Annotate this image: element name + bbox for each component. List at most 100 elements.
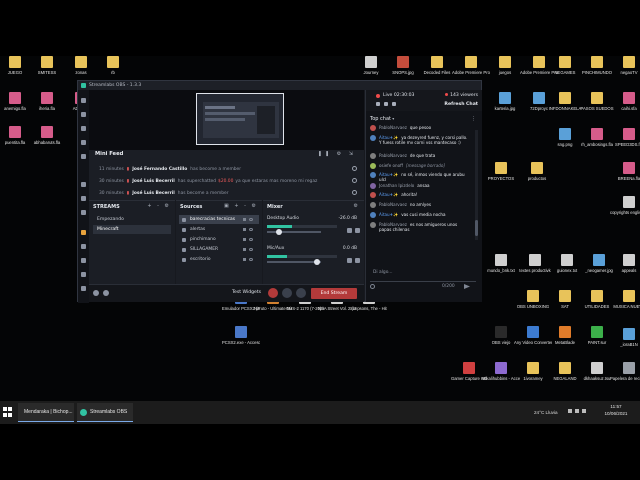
desktop-icon[interactable]: SNOPS.jpg bbox=[384, 56, 422, 75]
desktop-icon[interactable]: karteria.jpg bbox=[486, 92, 524, 111]
chat-message[interactable]: PabloNarvaez no amlyes bbox=[370, 202, 470, 208]
end-stream-button[interactable]: End Stream bbox=[311, 288, 357, 299]
top-chat-dropdown[interactable]: Top chat bbox=[370, 116, 394, 122]
scene-item[interactable]: Empezando bbox=[93, 215, 171, 224]
taskbar-app[interactable]: Streamlabs OBS bbox=[77, 403, 133, 422]
eye-icon[interactable] bbox=[249, 238, 253, 241]
windows-start-icon[interactable] bbox=[3, 407, 13, 417]
desktop-icon[interactable]: BREENa.fla bbox=[610, 162, 640, 181]
desktop-icon[interactable]: _neogamer.jpg bbox=[580, 254, 618, 273]
lock-icon[interactable] bbox=[243, 248, 246, 251]
desktop-icon[interactable]: juegos bbox=[486, 56, 524, 75]
send-icon[interactable] bbox=[464, 284, 470, 289]
source-item[interactable]: alertas bbox=[179, 225, 259, 234]
mute-icon[interactable] bbox=[347, 258, 352, 263]
edit-icon[interactable] bbox=[384, 102, 388, 106]
record-icon[interactable] bbox=[81, 196, 86, 201]
desktop-icon[interactable]: dkhaaksuz.tsu bbox=[578, 362, 616, 381]
desktop-icon[interactable]: iheria.fla bbox=[28, 92, 66, 111]
scrollbar-thumb[interactable] bbox=[475, 220, 478, 236]
chat-author[interactable]: PabloNarvaez bbox=[379, 202, 407, 207]
chat-message[interactable]: Aitau✈✨ no sé, inmos viendo que arubu ulc… bbox=[370, 172, 470, 182]
sources-tools[interactable]: ▣ + - ⚙ bbox=[224, 203, 258, 209]
desktop-icon[interactable]: abhabaruts.fla bbox=[28, 126, 66, 145]
chat-message[interactable]: Aitau✈✨ vas cusi media nocha bbox=[370, 212, 470, 218]
chat-message[interactable]: osiefe onoff [message borrado] bbox=[370, 163, 470, 169]
chat-input[interactable]: Di algo... bbox=[370, 262, 476, 282]
chat-message[interactable]: PabloNarvaez que pesoo bbox=[370, 125, 470, 131]
chat-author[interactable]: Aitau✈✨ bbox=[379, 212, 398, 217]
volume-slider[interactable] bbox=[267, 229, 321, 235]
eye-icon[interactable] bbox=[249, 258, 253, 261]
editor-icon[interactable] bbox=[81, 126, 86, 131]
chat-message[interactable]: Jonathan Ipizdelo ansaa bbox=[370, 183, 470, 189]
desktop-icon[interactable]: caihi.sfa bbox=[610, 92, 640, 111]
volume-knob[interactable] bbox=[275, 229, 282, 235]
eye-icon[interactable] bbox=[249, 228, 253, 231]
chat-author[interactable]: PabloNarvaez bbox=[379, 153, 407, 158]
chat-author[interactable]: Jonathan Ipizdelo bbox=[379, 183, 414, 188]
stream-preview[interactable] bbox=[196, 93, 284, 145]
mute-icon[interactable] bbox=[347, 228, 352, 233]
desktop-icon[interactable]: productos bbox=[518, 162, 556, 181]
eye-icon[interactable] bbox=[249, 248, 253, 251]
scene-item-selected[interactable]: Minecraft bbox=[93, 225, 171, 234]
refresh-chat-button[interactable]: Refresh Chat bbox=[444, 102, 478, 107]
mixer-tools[interactable]: ⚙ bbox=[354, 203, 360, 209]
language-icon[interactable] bbox=[582, 409, 586, 413]
volume-slider[interactable] bbox=[267, 259, 321, 265]
desktop-icon[interactable]: PROYECTOS bbox=[482, 162, 520, 181]
chat-message[interactable]: PabloNarvaez de que trata bbox=[370, 153, 470, 159]
streamlabs-obs-window[interactable]: Streamlabs OBS - 1.3.3 Mini Feed ❚❚ ⚙ ⇲ … bbox=[77, 80, 482, 303]
source-item[interactable]: pinchimano bbox=[179, 235, 259, 244]
volume-knob[interactable] bbox=[313, 259, 320, 265]
clock[interactable]: 11:57 10/06/2021 bbox=[600, 404, 632, 416]
source-item[interactable]: barecracias tecnicas bbox=[179, 215, 259, 224]
desktop-icon[interactable]: negaoTV bbox=[610, 56, 640, 75]
eye-icon[interactable] bbox=[249, 218, 253, 221]
apps-icon[interactable] bbox=[81, 258, 86, 263]
lock-icon[interactable] bbox=[243, 258, 246, 261]
performance-icon[interactable] bbox=[93, 290, 99, 296]
live-icon[interactable] bbox=[81, 140, 86, 145]
media-icon[interactable] bbox=[81, 210, 86, 215]
dashboard-icon[interactable] bbox=[81, 98, 86, 103]
desktop-icon[interactable]: mundo_bnk.txt bbox=[482, 254, 520, 273]
gear-icon[interactable] bbox=[355, 258, 360, 263]
themes-icon[interactable] bbox=[81, 112, 86, 117]
network-icon[interactable] bbox=[568, 409, 572, 413]
layout-icon[interactable] bbox=[81, 244, 86, 249]
obs-title-bar[interactable]: Streamlabs OBS - 1.3.3 bbox=[78, 81, 481, 90]
more-options-icon[interactable]: ⋮ bbox=[471, 116, 476, 122]
gear-icon[interactable] bbox=[355, 228, 360, 233]
streams-tools[interactable]: + - ⚙ bbox=[147, 203, 171, 209]
settings-icon[interactable] bbox=[81, 286, 86, 291]
desktop-icon[interactable]: PCSX2.exe - Acceso directo bbox=[222, 326, 260, 345]
popout-icon[interactable] bbox=[376, 102, 380, 106]
chat-author[interactable]: osiefe onoff bbox=[379, 163, 403, 168]
gear-icon[interactable] bbox=[392, 102, 396, 106]
desktop-icon[interactable]: UTILIDADES bbox=[578, 290, 616, 309]
desktop-icon[interactable]: PAINT.sur bbox=[578, 326, 616, 345]
desktop-icon[interactable]: copyrights english depon bbox=[610, 196, 640, 215]
desktop-icon[interactable]: SMITESS bbox=[28, 56, 66, 75]
desktop-icon[interactable]: rb bbox=[94, 56, 132, 75]
test-widgets-button[interactable]: Test Widgets bbox=[232, 290, 261, 295]
replay-alert-icon[interactable] bbox=[352, 178, 357, 183]
help-icon[interactable] bbox=[81, 272, 86, 277]
record-button[interactable] bbox=[268, 288, 278, 298]
lock-icon[interactable] bbox=[243, 238, 246, 241]
info-icon[interactable] bbox=[103, 290, 109, 296]
chat-message[interactable]: PabloNarvaez es nos amigueros unos papas … bbox=[370, 222, 470, 232]
replay-alert-icon[interactable] bbox=[352, 190, 357, 195]
chat-author[interactable]: Aitau✈✨ bbox=[379, 192, 398, 197]
desktop-icon[interactable]: Decoded Files bbox=[418, 56, 456, 75]
chat-message[interactable]: Aitau✈✨ ya dezeyred fuenz, y corsi pallo.… bbox=[370, 135, 470, 145]
desktop-icon[interactable]: SPEED3DS.fla bbox=[610, 128, 640, 147]
source-item[interactable]: SILLAGAMER bbox=[179, 245, 259, 254]
desktop-icon[interactable]: Adobe Premiere Pro Preview Files bbox=[452, 56, 490, 75]
taskbar-app[interactable]: Mendaraka | Bichop... bbox=[18, 403, 74, 422]
volume-icon[interactable] bbox=[575, 409, 579, 413]
lock-icon[interactable] bbox=[243, 218, 246, 221]
chat-message[interactable]: Aitau✈✨ ahorita! bbox=[370, 192, 470, 198]
